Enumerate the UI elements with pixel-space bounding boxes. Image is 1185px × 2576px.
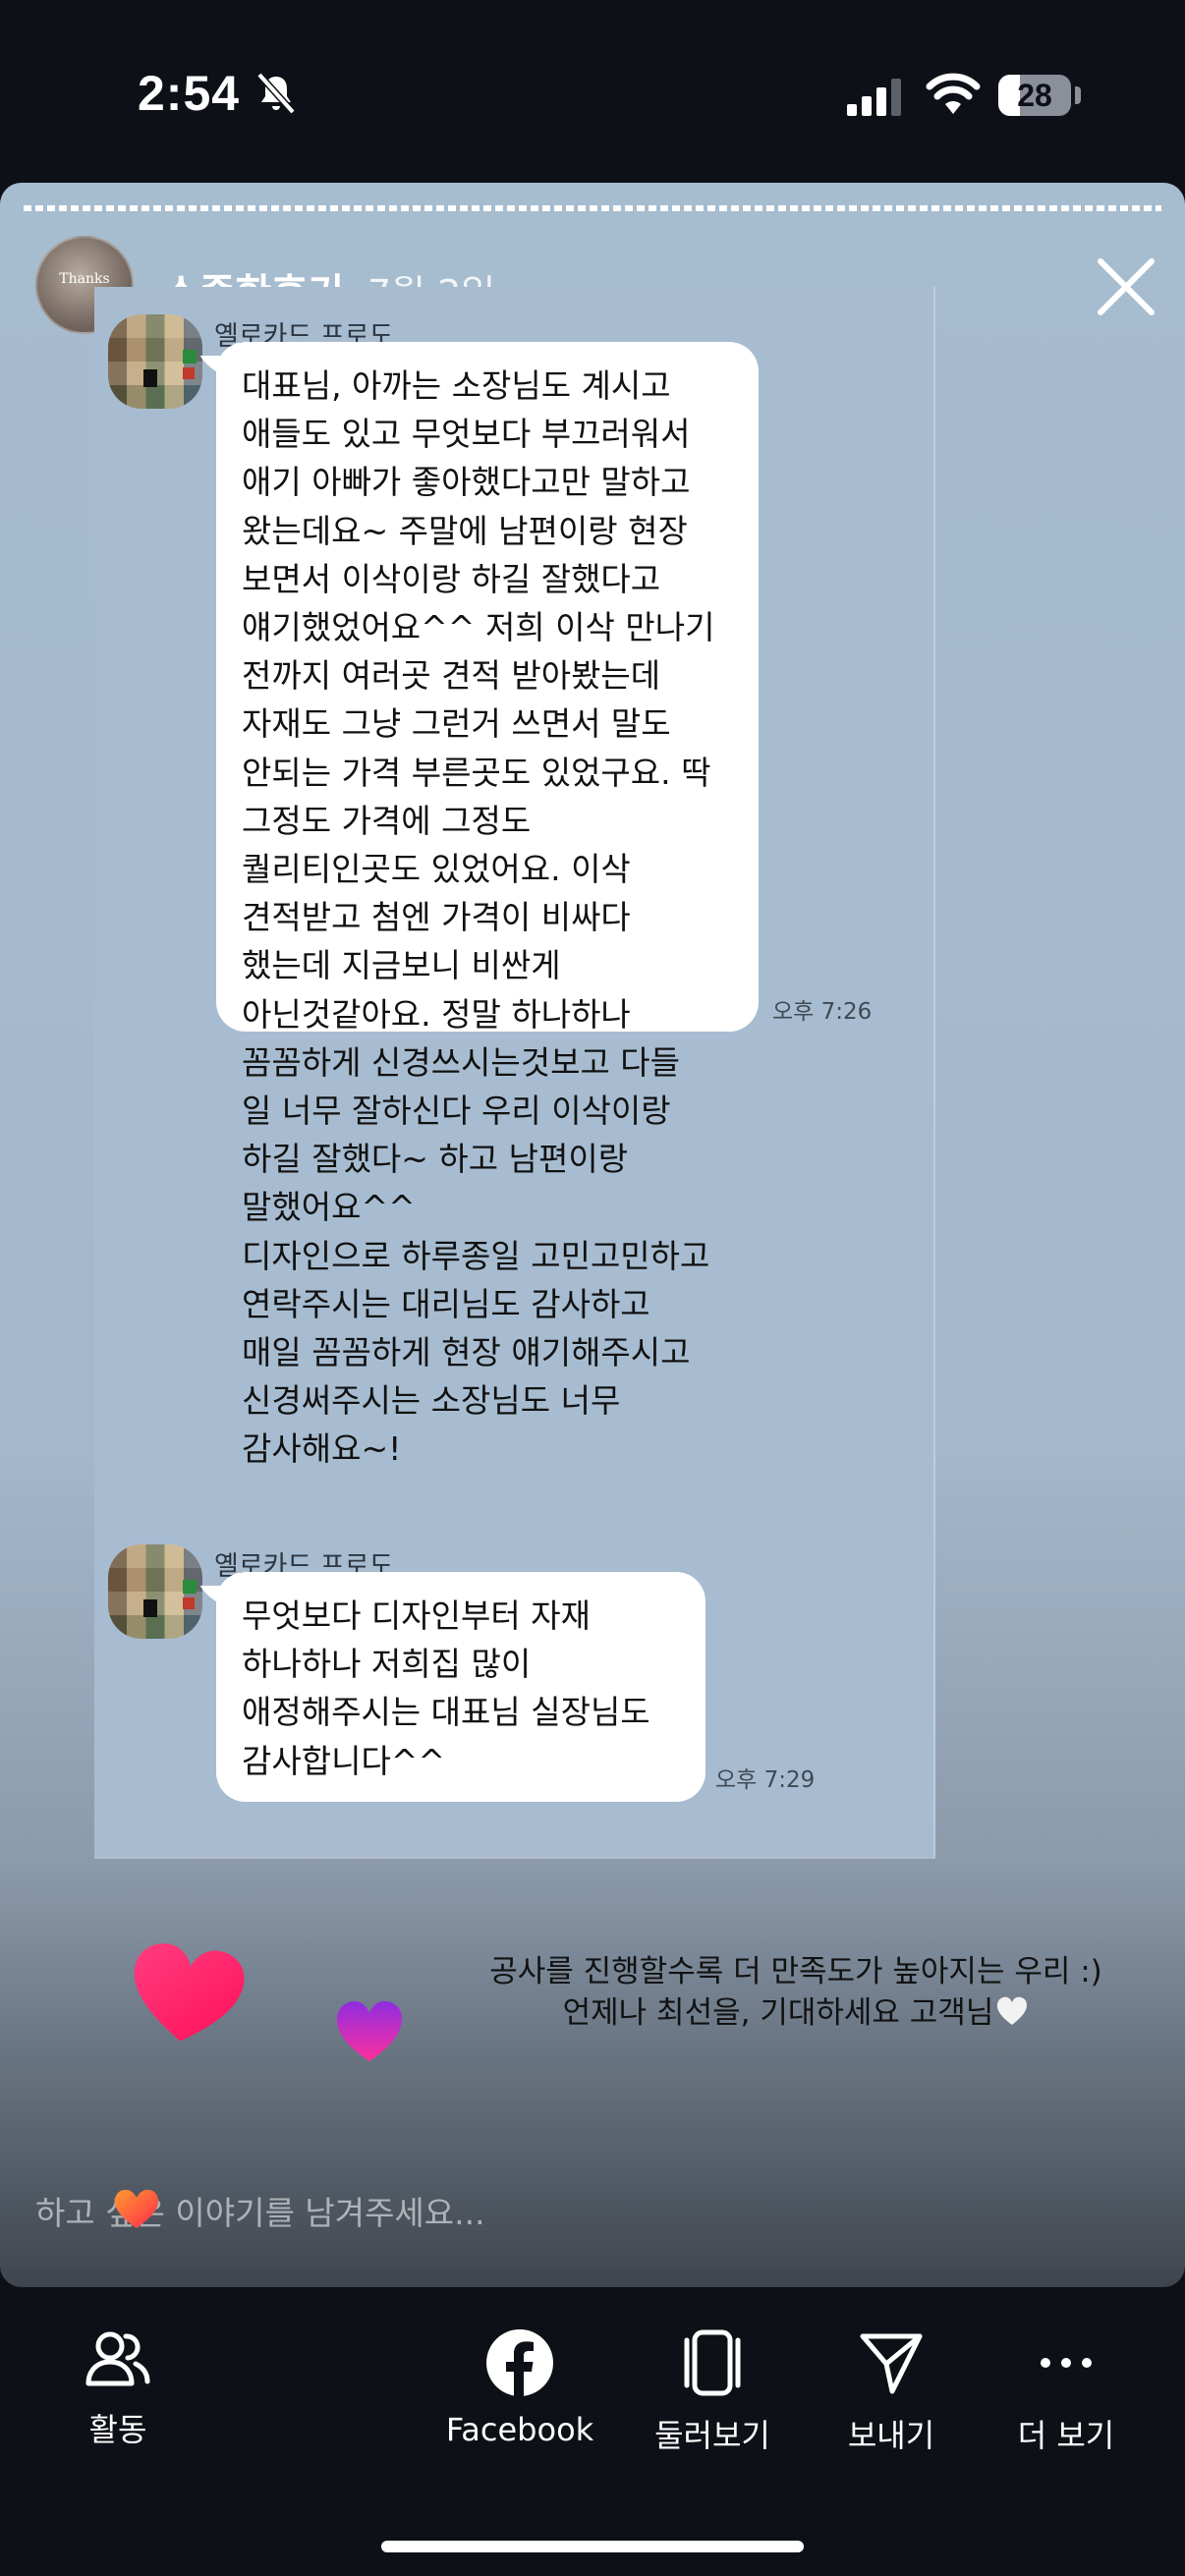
story-progress-bar bbox=[24, 205, 1161, 211]
message-line: 감사해요~! bbox=[242, 1429, 402, 1469]
message-line: 무엇보다 디자인부터 자재 bbox=[242, 1596, 591, 1635]
silent-bell-icon bbox=[256, 72, 296, 115]
nav-facebook[interactable]: Facebook bbox=[436, 2328, 603, 2448]
battery-indicator: 28 bbox=[998, 75, 1071, 116]
message-line: 연락주시는 대리님도 감사하고 bbox=[242, 1284, 650, 1323]
message-line: 하나하나 저희집 많이 bbox=[242, 1645, 532, 1684]
nav-browse[interactable]: 둘러보기 bbox=[649, 2328, 776, 2456]
message-line: 대표님, 아까는 소장님도 계시고 bbox=[242, 366, 671, 405]
message-line: 퀄리티인곳도 있었어요. 이삭 bbox=[242, 850, 631, 889]
close-icon[interactable] bbox=[1091, 252, 1161, 322]
message-line: 전까지 여러곳 견적 받아봤는데 bbox=[242, 656, 661, 696]
message-line: 디자인으로 하루종일 고민고민하고 bbox=[242, 1236, 710, 1275]
pink-heart-sticker bbox=[134, 1943, 245, 2042]
reply-input[interactable]: 하고 싶은 이야기를 남겨주세요... bbox=[35, 2187, 485, 2234]
message-line: 안되는 가격 부른곳도 있었구요. 딱 bbox=[242, 753, 711, 792]
message-line: 애정해주시는 대표님 실장님도 bbox=[242, 1693, 650, 1732]
wifi-icon bbox=[926, 73, 981, 114]
message-line: 애들도 있고 무엇보다 부끄러워서 bbox=[242, 415, 691, 454]
nav-send-label: 보내기 bbox=[847, 2417, 935, 2454]
message-line: 얘기했었어요^^ 저희 이삭 만나기 bbox=[242, 608, 715, 647]
sender-avatar bbox=[108, 314, 202, 409]
message-line: 견적받고 첨엔 가격이 비싸다 bbox=[242, 898, 631, 937]
purple-heart-sticker bbox=[336, 2000, 402, 2061]
message-line: 자재도 그냥 그런거 쓰면서 말도 bbox=[242, 704, 671, 744]
caption-line-text: 언제나 최선을, 기대하세요 고객님 bbox=[562, 1995, 994, 2031]
nav-facebook-label: Facebook bbox=[445, 2411, 594, 2448]
nav-send[interactable]: 보내기 bbox=[837, 2328, 945, 2456]
caption-line: 공사를 진행할수록 더 만족도가 높아지는 우리 :) bbox=[489, 1954, 1102, 1989]
message-line: 일 너무 잘하신다 우리 이삭이랑 bbox=[242, 1092, 671, 1131]
status-time: 2:54 bbox=[138, 66, 241, 121]
message-bubble: 대표님, 아까는 소장님도 계시고 애들도 있고 무엇보다 부끄러워서 애기 아… bbox=[216, 342, 759, 1468]
browse-cards-icon bbox=[684, 2329, 741, 2396]
nav-more-label: 더 보기 bbox=[1017, 2417, 1115, 2454]
message-line: 말했어요^^ bbox=[242, 1188, 416, 1227]
sender-avatar bbox=[108, 1544, 202, 1639]
message-line: 보면서 이삭이랑 하길 잘했다고 bbox=[242, 559, 661, 598]
message-line: 그정도 가격에 그정도 bbox=[242, 801, 532, 840]
home-indicator[interactable] bbox=[381, 2541, 804, 2552]
message-line: 꼼꼼하게 신경쓰시는것보고 다들 bbox=[242, 1042, 681, 1082]
message-time: 오후 7:29 bbox=[715, 1767, 816, 1793]
nav-activity[interactable]: 활동 bbox=[69, 2328, 167, 2450]
chat-divider bbox=[94, 1857, 935, 1859]
reaction-heart-icon[interactable] bbox=[112, 2187, 161, 2230]
message-time: 오후 7:26 bbox=[772, 999, 873, 1025]
bottom-nav: 활동 Facebook 둘러보기 보내기 더 보기 bbox=[0, 2287, 1185, 2576]
message-line: 애기 아빠가 좋아했다고만 말하고 bbox=[242, 463, 691, 502]
facebook-icon bbox=[486, 2329, 553, 2397]
cellular-signal-icon bbox=[847, 79, 901, 116]
message-line: 아닌것같아요. 정말 하나하나 bbox=[242, 994, 631, 1034]
status-bar: 2:54 28 bbox=[0, 0, 1185, 187]
story-caption: 공사를 진행할수록 더 만족도가 높아지는 우리 :) 언제나 최선을, 기대하… bbox=[413, 1951, 1179, 2034]
people-icon bbox=[85, 2331, 150, 2386]
message-line: 왔는데요~ 주말에 남편이랑 현장 bbox=[242, 511, 688, 550]
message-line: 신경써주시는 소장님도 너무 bbox=[242, 1381, 621, 1421]
nav-browse-label: 둘러보기 bbox=[654, 2417, 770, 2454]
white-heart-icon bbox=[997, 1996, 1028, 2025]
chat-screenshot: 옐로카드 프로도 대표님, 아까는 소장님도 계시고 애들도 있고 무엇보다 부… bbox=[94, 287, 935, 1857]
story-viewer[interactable]: Thanks 소중한후기 7월 2일 옐로카드 프로도 대표님, 아까는 소장님… bbox=[0, 183, 1185, 2287]
message-line: 하길 잘했다~ 하고 남편이랑 bbox=[242, 1140, 629, 1179]
send-icon bbox=[860, 2333, 923, 2394]
more-icon bbox=[1041, 2358, 1092, 2368]
author-avatar-text: Thanks bbox=[59, 271, 110, 287]
battery-level: 28 bbox=[1017, 78, 1052, 113]
message-line: 매일 꼼꼼하게 현장 얘기해주시고 bbox=[242, 1333, 691, 1372]
message-bubble: 무엇보다 디자인부터 자재 하나하나 저희집 많이 애정해주시는 대표님 실장님… bbox=[216, 1572, 705, 1802]
nav-activity-label: 활동 bbox=[88, 2411, 147, 2448]
nav-more[interactable]: 더 보기 bbox=[1006, 2328, 1126, 2456]
caption-line: 언제나 최선을, 기대하세요 고객님 bbox=[413, 1992, 1179, 2034]
message-line: 감사합니다^^ bbox=[242, 1741, 446, 1780]
battery-tip bbox=[1075, 86, 1081, 104]
message-line: 했는데 지금보니 비싼게 bbox=[242, 946, 561, 985]
